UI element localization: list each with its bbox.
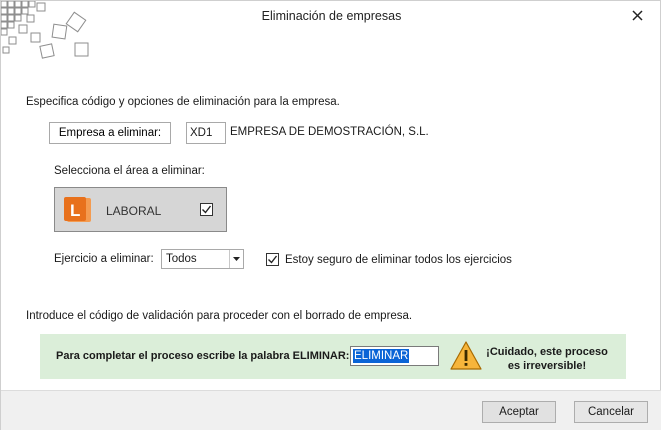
confirm-all-label[interactable]: Estoy seguro de eliminar todos los ejerc… [285, 254, 512, 266]
checkmark-icon [202, 205, 212, 214]
ejercicio-dropdown[interactable]: Todos [161, 249, 244, 269]
validation-prompt: Para completar el proceso escribe la pal… [56, 350, 350, 362]
dropdown-arrow-icon[interactable] [229, 250, 243, 268]
confirm-all-checkbox[interactable] [266, 253, 279, 266]
laboral-label: LABORAL [106, 204, 162, 218]
area-section-label: Selecciona el área a eliminar: [54, 165, 205, 177]
instructions-text: Especifica código y opciones de eliminac… [26, 96, 340, 108]
dialog-footer: Aceptar Cancelar [1, 390, 661, 430]
cancel-button[interactable]: Cancelar [574, 401, 648, 423]
warning-icon [450, 341, 482, 370]
validation-input-selected-text: ELIMINAR [353, 349, 410, 363]
dialog-window: Eliminación de empresas Especifica códig… [0, 0, 661, 430]
validation-instruction: Introduce el código de validación para p… [26, 310, 413, 322]
empresa-code-field[interactable]: XD1 [186, 122, 226, 144]
warning-line-1: ¡Cuidado, este proceso [486, 346, 608, 358]
validation-panel: Para completar el proceso escribe la pal… [40, 334, 626, 379]
empresa-name: EMPRESA DE DEMOSTRACIÓN, S.L. [230, 126, 429, 138]
warning-line-2: es irreversible! [507, 360, 587, 372]
empresa-select-button[interactable]: Empresa a eliminar: [49, 122, 171, 144]
close-icon [631, 9, 643, 21]
checkmark-icon [268, 255, 278, 264]
validation-input[interactable]: ELIMINAR [350, 346, 439, 366]
ejercicio-selected-value: Todos [166, 253, 197, 265]
dialog-title: Eliminación de empresas [261, 9, 402, 23]
ejercicio-label: Ejercicio a eliminar: [54, 253, 154, 265]
area-tile-laboral[interactable]: L LABORAL [54, 187, 227, 232]
laboral-icon-letter: L [70, 201, 80, 220]
laboral-checkbox[interactable] [200, 203, 213, 216]
close-button[interactable] [626, 5, 648, 25]
warning-message: ¡Cuidado, este proceso es irreversible! [484, 345, 610, 373]
accept-button[interactable]: Aceptar [482, 401, 556, 423]
laboral-app-icon: L [64, 197, 91, 222]
